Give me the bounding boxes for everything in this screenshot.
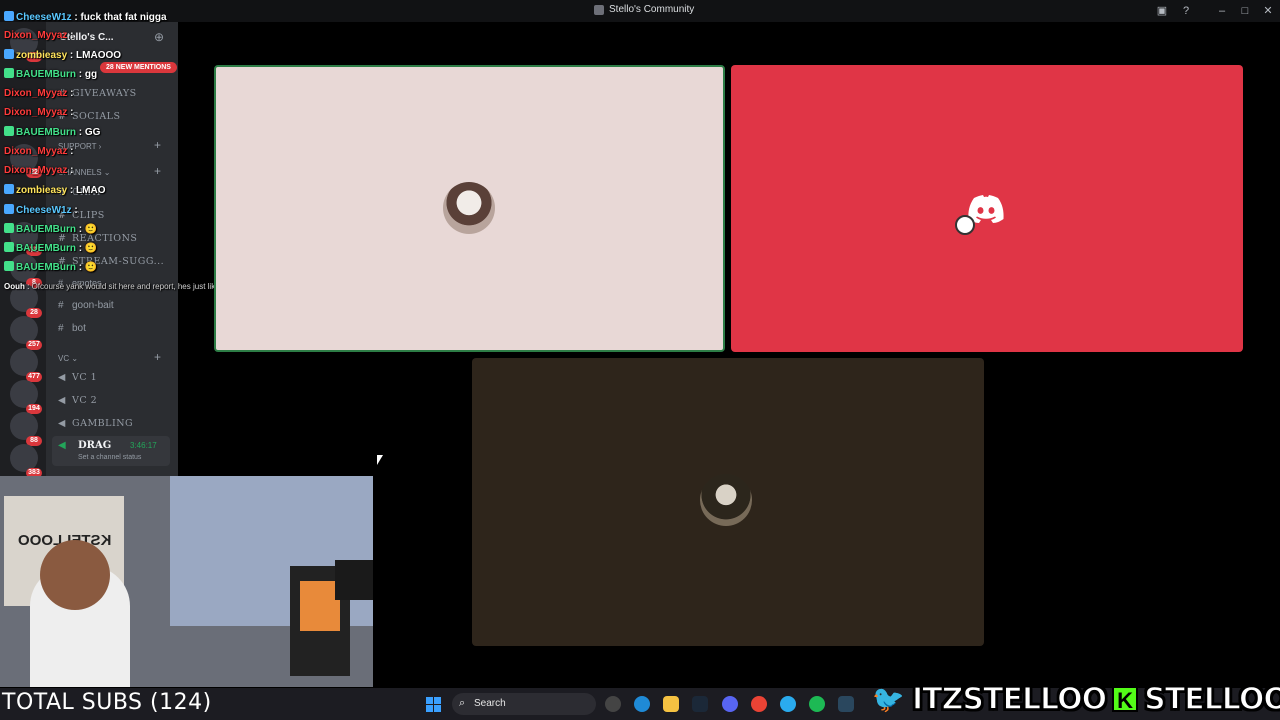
badge-icon	[4, 223, 14, 233]
kick-icon: K	[1112, 686, 1139, 713]
chat-message: BAUEMBurn : 🙂	[4, 223, 97, 235]
file-explorer-icon[interactable]	[663, 696, 679, 712]
maximize-button[interactable]: □	[1237, 3, 1253, 19]
invite-icon[interactable]: ⊕	[154, 30, 164, 44]
chat-message: Dixon_Myyaz :	[4, 165, 74, 176]
discord-app-icon[interactable]	[722, 696, 738, 712]
chrome-app-icon[interactable]	[605, 696, 621, 712]
video-tile-speaking[interactable]	[214, 65, 725, 352]
channel-icon: #	[58, 323, 64, 334]
soccer-ball-icon	[955, 215, 975, 235]
webcam-lamp	[335, 560, 373, 600]
video-tile[interactable]	[472, 358, 984, 646]
channel-bot[interactable]: # bot	[58, 323, 86, 334]
add-channel-icon[interactable]: +	[154, 164, 161, 178]
chat-message: BAUEMBurn : GG	[4, 126, 100, 138]
chat-message: BAUEMBurn : gg	[4, 68, 97, 80]
windows-start-icon[interactable]	[426, 697, 441, 712]
speaker-icon: ◀	[58, 440, 66, 451]
window-title: Stello's Community	[594, 4, 694, 15]
chat-message: Dixon_Myyaz :	[4, 30, 74, 41]
twitter-handle: ITZSTELLOO	[911, 681, 1108, 718]
chat-message: zombieasy : LMAOOO	[4, 49, 121, 61]
taskbar-search[interactable]: ⌕ Search	[452, 693, 596, 715]
server-icon	[594, 4, 604, 15]
video-tile[interactable]	[731, 65, 1243, 352]
edge-app-icon[interactable]	[634, 696, 650, 712]
speaker-icon: ◀	[58, 372, 66, 383]
user-avatar	[700, 474, 752, 526]
guild-icon[interactable]: 194	[10, 380, 42, 414]
spotify-app-icon[interactable]	[809, 696, 825, 712]
telegram-app-icon[interactable]	[780, 696, 796, 712]
user-avatar	[443, 182, 495, 234]
chat-message: BAUEMBurn : 🙂	[4, 242, 97, 254]
chat-message: zombieasy : LMAO	[4, 184, 105, 196]
voice-channel-drag[interactable]: ◀ DRAG 3:46:17 Set a channel status	[52, 436, 170, 466]
search-placeholder: Search	[474, 698, 506, 709]
chat-message: Dixon_Myyaz :	[4, 88, 74, 99]
add-channel-icon[interactable]: +	[154, 350, 161, 364]
add-channel-icon[interactable]: +	[154, 138, 161, 152]
inbox-icon[interactable]: ▣	[1154, 3, 1170, 19]
channel-icon: #	[58, 300, 64, 311]
badge-icon	[4, 242, 14, 252]
chat-message: Dixon_Myyaz :	[4, 146, 74, 157]
social-handles-overlay: 🐦 ITZSTELLOO K STELLOOO	[872, 681, 1280, 718]
voice-channel-vc1[interactable]: ◀ VC 1	[58, 372, 97, 383]
badge-icon	[4, 68, 14, 78]
screen: Stello's Community ▣ ? – □ ✕ 54 22 72 8 …	[0, 0, 1280, 720]
minimize-button[interactable]: –	[1214, 3, 1230, 19]
webcam-monitor-screen	[300, 581, 340, 631]
badge-icon	[4, 49, 14, 59]
title-bar: Stello's Community ▣ ? – □ ✕	[0, 0, 1280, 22]
chat-message: Dixon_Myyaz :	[4, 107, 74, 118]
steam-app-icon[interactable]	[692, 696, 708, 712]
guild-icon[interactable]: 88	[10, 412, 42, 446]
twitter-icon: 🐦	[872, 684, 905, 714]
mouse-cursor-icon	[377, 455, 383, 465]
guild-icon[interactable]: 383	[10, 444, 42, 478]
drag-timer: 3:46:17	[130, 441, 157, 450]
steam-app-icon[interactable]	[838, 696, 854, 712]
badge-icon	[4, 11, 14, 21]
total-subs-label: TOTAL SUBS (124)	[2, 690, 212, 715]
guild-icon[interactable]: 257	[10, 316, 42, 350]
help-icon[interactable]: ?	[1178, 3, 1194, 19]
category-vc[interactable]: VC ⌄	[58, 354, 78, 363]
channel-status[interactable]: Set a channel status	[78, 454, 141, 461]
drag-channel-name: DRAG	[78, 440, 112, 451]
window-title-text: Stello's Community	[609, 4, 695, 15]
chat-message: BAUEMBurn : 🙂	[4, 261, 97, 273]
search-icon: ⌕	[459, 697, 466, 709]
chat-message: CheeseW1z : fuck that fat nigga	[4, 11, 167, 23]
webcam-person-head	[40, 540, 110, 610]
new-mentions-badge[interactable]: 28 NEW MENTIONS	[100, 62, 177, 73]
speaker-icon: ◀	[58, 418, 66, 429]
chat-message: Oouh : Ofcourse yank would sit here and …	[4, 282, 242, 291]
badge-icon	[4, 204, 14, 214]
voice-channel-vc2[interactable]: ◀ VC 2	[58, 395, 97, 406]
guild-icon[interactable]: 477	[10, 348, 42, 382]
badge-icon	[4, 126, 14, 136]
chrome-app-icon[interactable]	[751, 696, 767, 712]
speaker-icon: ◀	[58, 395, 66, 406]
webcam-feed: KSTELLOOO	[0, 476, 373, 687]
voice-channel-gambling[interactable]: ◀ GAMBLING	[58, 418, 133, 429]
badge-icon	[4, 184, 14, 194]
kick-handle: STELLOOO	[1143, 681, 1280, 718]
badge-icon	[4, 261, 14, 271]
channel-goon-bait[interactable]: # goon-bait	[58, 300, 114, 311]
close-button[interactable]: ✕	[1260, 3, 1276, 19]
chat-message: CheeseW1z :	[4, 204, 78, 216]
